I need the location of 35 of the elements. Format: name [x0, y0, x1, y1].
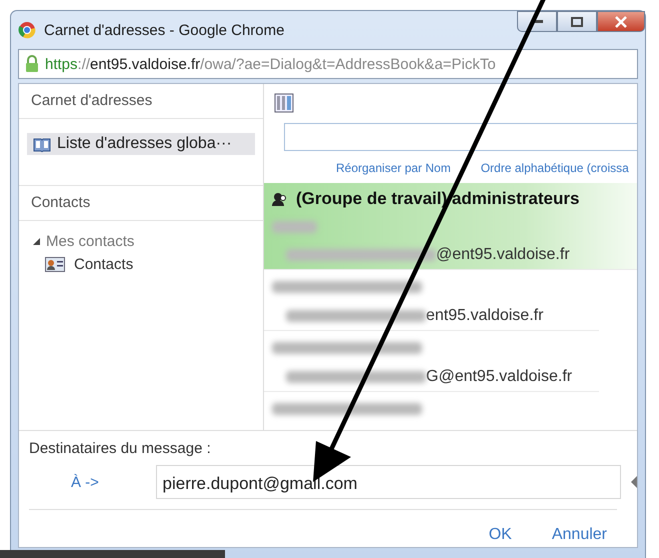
contact-row[interactable]: G@ent95.valdoise.fr — [264, 331, 599, 392]
section-header: Carnet d'adresses — [19, 84, 263, 119]
sort-link[interactable]: Réorganiser par Nom — [336, 161, 451, 175]
to-link[interactable]: À -> — [29, 474, 156, 490]
address-bar[interactable]: https://ent95.valdoise.fr/owa/?ae=Dialog&t=AddressBook&a=PickTo — [18, 49, 638, 79]
search-field[interactable] — [284, 123, 637, 151]
caret-icon[interactable] — [631, 476, 637, 488]
email-text: @ent95.valdoise.fr — [436, 246, 570, 264]
maximize-icon — [571, 16, 583, 26]
group-icon — [272, 192, 288, 206]
sort-link[interactable]: Ordre alphabétique (croissa — [480, 161, 629, 175]
lock-icon — [25, 55, 39, 73]
ok-button[interactable]: OK — [488, 526, 512, 544]
blurred-text — [272, 221, 317, 233]
section-header: Contacts — [19, 186, 263, 221]
tree-node[interactable]: Mes contacts — [33, 233, 263, 250]
close-button[interactable] — [597, 11, 645, 32]
recipient-field[interactable]: pierre.dupont@gmail.com — [156, 465, 622, 499]
contact-row[interactable]: ent95.valdoise.fr — [264, 270, 599, 331]
cancel-button[interactable]: Annuler — [552, 526, 607, 544]
window-title: Carnet d'adresses - Google Chrome — [44, 22, 284, 38]
browser-logo-icon — [18, 21, 36, 39]
close-icon — [615, 16, 627, 28]
email-text: ent95.valdoise.fr — [426, 307, 544, 325]
maximize-button[interactable] — [557, 11, 597, 32]
address-list-item[interactable]: Liste d'adresses globa··· — [27, 133, 255, 155]
book-icon — [33, 136, 51, 152]
email-text: G@ent95.valdoise.fr — [426, 368, 572, 386]
columns-icon[interactable] — [274, 93, 294, 113]
contacts-folder-item[interactable]: Contacts — [45, 256, 263, 273]
expand-arrow-icon[interactable] — [33, 238, 40, 245]
url-text: https://ent95.valdoise.fr/owa/?ae=Dialog&t=AddressBook&a=PickTo — [45, 56, 496, 72]
contact-name: (Groupe de travail) administrateurs — [264, 185, 637, 213]
contact-card-icon — [45, 257, 65, 272]
recipients-label: Destinataires du message : — [29, 439, 212, 457]
